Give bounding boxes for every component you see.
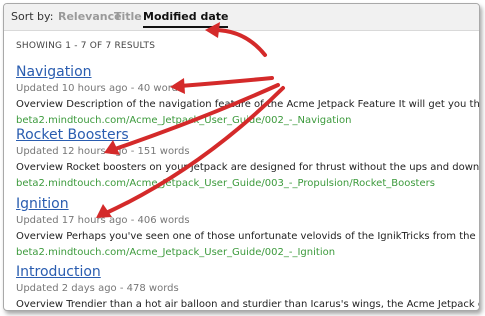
sort-option-title[interactable]: Title bbox=[114, 4, 142, 30]
result-snippet: Overview Trendier than a hot air balloon… bbox=[16, 299, 479, 310]
results-count: SHOWING 1 - 7 OF 7 RESULTS bbox=[16, 41, 156, 51]
result-snippet: Overview Rocket boosters on your Jetpack… bbox=[16, 162, 480, 173]
result-item: Introduction Updated 2 days ago - 478 wo… bbox=[16, 264, 479, 310]
result-url[interactable]: beta2.mindtouch.com/Acme_Jetpack_User_Gu… bbox=[16, 114, 479, 127]
result-title-link[interactable]: Introduction bbox=[16, 264, 479, 281]
result-item: Navigation Updated 10 hours ago - 40 wor… bbox=[16, 64, 480, 127]
result-title-link[interactable]: Ignition bbox=[16, 196, 479, 213]
result-snippet: Overview Perhaps you've seen one of thos… bbox=[16, 231, 479, 242]
sort-label: Sort by: bbox=[11, 10, 54, 23]
result-meta: Updated 12 hours ago - 151 words bbox=[16, 146, 190, 157]
result-meta: Updated 10 hours ago - 40 words bbox=[16, 83, 184, 94]
result-meta: Updated 2 days ago - 478 words bbox=[16, 283, 179, 294]
result-snippet: Overview Description of the navigation f… bbox=[16, 99, 480, 110]
result-url[interactable]: beta2.mindtouch.com/Acme_Jetpack_User_Gu… bbox=[16, 246, 479, 259]
result-item: Ignition Updated 17 hours ago - 406 word… bbox=[16, 196, 479, 259]
result-title-link[interactable]: Rocket Boosters bbox=[16, 127, 479, 144]
result-url[interactable]: beta2.mindtouch.com/Acme_Jetpack_User_Gu… bbox=[16, 177, 479, 190]
search-results-panel: Sort by: Relevance Title Modified date S… bbox=[3, 3, 480, 311]
result-title-link[interactable]: Navigation bbox=[16, 64, 479, 81]
sort-bar: Sort by: Relevance Title Modified date bbox=[4, 4, 479, 31]
sort-option-relevance[interactable]: Relevance bbox=[58, 4, 122, 30]
result-meta: Updated 17 hours ago - 406 words bbox=[16, 215, 190, 226]
sort-option-modified-date[interactable]: Modified date bbox=[143, 8, 229, 28]
result-item: Rocket Boosters Updated 12 hours ago - 1… bbox=[16, 127, 480, 190]
